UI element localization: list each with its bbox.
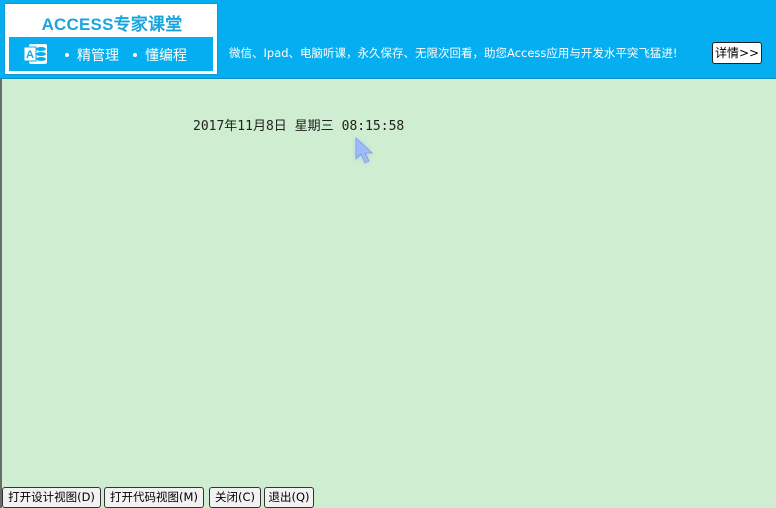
logo-box: ACCESS专家课堂 A 精管理 懂编程	[4, 3, 218, 75]
form-body	[0, 79, 776, 508]
bullet-icon	[65, 53, 69, 57]
time-text: 08:15:58	[341, 119, 405, 134]
exit-button[interactable]: 退出(Q)	[264, 487, 314, 508]
details-button[interactable]: 详情>>	[712, 42, 762, 64]
slogan-program: 懂编程	[145, 48, 187, 64]
date-text: 2017年11月8日 星期三	[193, 119, 334, 134]
promo-text: 微信、Ipad、电脑听课，永久保存、无限次回看，助您Access应用与开发水平突…	[229, 46, 678, 60]
svg-text:A: A	[26, 49, 34, 61]
close-button[interactable]: 关闭(C)	[209, 487, 261, 508]
bullet-icon	[133, 53, 137, 57]
datetime-display: 2017年11月8日 星期三 08:15:58	[193, 115, 404, 134]
open-code-view-button[interactable]: 打开代码视图(M)	[104, 487, 204, 508]
open-design-view-button[interactable]: 打开设计视图(D)	[2, 487, 101, 508]
mouse-pointer-icon	[355, 137, 374, 164]
slogan: 精管理 懂编程	[65, 45, 187, 65]
app-window: ACCESS专家课堂 A 精管理 懂编程 微信、Ipad、电脑听课，永久保存、无限…	[0, 0, 776, 508]
logo-title: ACCESS专家课堂	[41, 15, 183, 34]
access-icon: A	[23, 44, 47, 64]
slogan-manage: 精管理	[77, 48, 119, 64]
header-banner: ACCESS专家课堂 A 精管理 懂编程 微信、Ipad、电脑听课，永久保存、无限…	[0, 0, 776, 79]
slogan-strip: A 精管理 懂编程	[9, 37, 213, 71]
